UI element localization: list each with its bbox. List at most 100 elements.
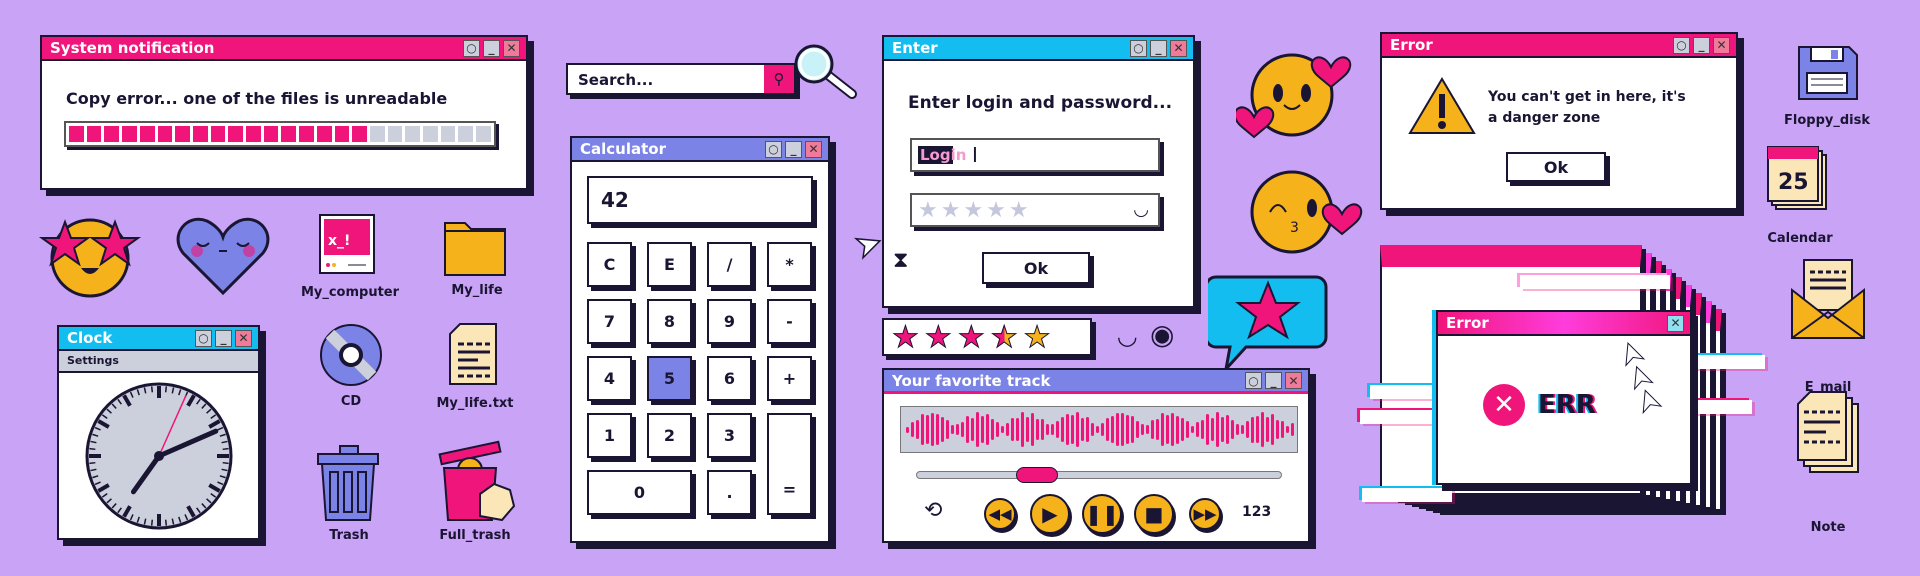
calc-key[interactable]: 4 xyxy=(587,356,632,401)
progress-segment xyxy=(299,126,314,142)
calc-key[interactable]: * xyxy=(767,242,812,287)
my-life-txt-label[interactable]: My_life.txt xyxy=(420,396,530,411)
track-seek-slider[interactable] xyxy=(916,467,1282,483)
minimize-button[interactable]: _ xyxy=(785,140,802,158)
clock-tick xyxy=(164,519,168,526)
progress-segment xyxy=(281,126,297,142)
calc-key[interactable]: 1 xyxy=(587,413,632,458)
stop-button[interactable]: ■ xyxy=(1134,494,1174,534)
trash-label[interactable]: Trash xyxy=(294,528,404,543)
restore-button[interactable]: ○ xyxy=(1673,36,1690,54)
waveform-bar xyxy=(1026,417,1029,442)
calc-key[interactable]: = xyxy=(767,413,812,515)
close-button[interactable]: ✕ xyxy=(503,39,520,57)
calc-key[interactable]: 2 xyxy=(647,413,692,458)
waveform-bar xyxy=(971,417,974,442)
progress-segment xyxy=(387,126,403,142)
fast-forward-button[interactable]: ▶▶ xyxy=(1189,498,1221,530)
waveform-bar xyxy=(931,412,934,447)
waveform-bar xyxy=(976,411,979,448)
email-icon[interactable] xyxy=(1790,258,1868,342)
calc-key[interactable]: C xyxy=(587,242,632,287)
login-input[interactable]: Login I xyxy=(910,138,1160,172)
floppy-disk-icon[interactable] xyxy=(1797,45,1859,101)
password-input[interactable]: ★★★★★ ◡ xyxy=(910,193,1160,227)
waveform-bar xyxy=(1231,420,1234,439)
my-computer-label[interactable]: My_computer xyxy=(295,285,405,300)
waveform-bar xyxy=(1021,412,1024,447)
waveform-bar xyxy=(1071,414,1074,445)
close-button[interactable]: ✕ xyxy=(235,329,252,347)
full-trash-icon[interactable] xyxy=(436,434,520,526)
play-button[interactable]: ▶ xyxy=(1030,494,1070,534)
minimize-button[interactable]: _ xyxy=(483,39,500,57)
seek-thumb[interactable] xyxy=(1015,467,1058,483)
minimize-button[interactable]: _ xyxy=(215,329,232,347)
window-title: Clock xyxy=(67,329,113,347)
rating-star[interactable]: ★ xyxy=(990,321,1018,354)
calc-key[interactable]: E xyxy=(647,242,692,287)
shuffle-order-button[interactable]: 123 xyxy=(1242,504,1271,520)
star-eyes-smiley-icon xyxy=(38,218,142,298)
login-ok-button[interactable]: Ok xyxy=(982,252,1090,284)
waveform-bar xyxy=(1081,417,1084,442)
close-button[interactable]: ✕ xyxy=(1667,314,1684,332)
cd-icon[interactable] xyxy=(318,322,384,388)
window-title: Your favorite track xyxy=(892,371,1051,390)
calc-key[interactable]: 9 xyxy=(707,299,752,344)
repeat-button[interactable]: ⟲ xyxy=(924,498,942,523)
calc-key[interactable]: . xyxy=(707,470,752,515)
restore-button[interactable]: ○ xyxy=(463,39,480,57)
settings-menu[interactable]: Settings xyxy=(67,354,119,367)
my-life-label[interactable]: My_life xyxy=(422,283,532,298)
hide-password-icon[interactable]: ◡ xyxy=(1134,199,1148,220)
full-trash-label[interactable]: Full_trash xyxy=(420,528,530,543)
rating-star[interactable]: ★ xyxy=(924,321,952,354)
close-button[interactable]: ✕ xyxy=(1713,36,1730,54)
eye-closed-icon: ◡ xyxy=(1118,322,1137,350)
trash-icon[interactable] xyxy=(316,444,382,524)
waveform-bar xyxy=(1031,412,1034,447)
folder-icon[interactable] xyxy=(443,217,509,279)
calc-key[interactable]: 6 xyxy=(707,356,752,401)
minimize-button[interactable]: _ xyxy=(1150,39,1167,57)
restore-button[interactable]: ○ xyxy=(1130,39,1147,57)
restore-button[interactable]: ○ xyxy=(1245,372,1262,389)
rating-star[interactable]: ★ xyxy=(892,321,920,354)
my-computer-icon[interactable]: x_! xyxy=(318,213,378,277)
minimize-button[interactable]: _ xyxy=(1265,372,1282,389)
rating-star[interactable]: ★ xyxy=(957,321,985,354)
text-file-icon[interactable] xyxy=(448,322,500,388)
floppy-disk-label[interactable]: Floppy_disk xyxy=(1772,113,1882,128)
minimize-button[interactable]: _ xyxy=(1693,36,1710,54)
calc-key[interactable]: / xyxy=(707,242,752,287)
star-rating[interactable]: ★ ★ ★ ★ ★ xyxy=(882,318,1092,356)
calc-key[interactable]: + xyxy=(767,356,812,401)
calc-key[interactable]: 5 xyxy=(647,356,692,401)
restore-button[interactable]: ○ xyxy=(765,140,782,158)
clock-tick xyxy=(222,447,229,451)
search-input[interactable]: Search... ⚲ xyxy=(566,63,796,95)
rating-star[interactable]: ★ xyxy=(1023,321,1051,354)
calendar-icon[interactable]: 25 xyxy=(1766,145,1828,211)
calc-key[interactable]: 3 xyxy=(707,413,752,458)
calc-key[interactable]: 8 xyxy=(647,299,692,344)
pause-button[interactable]: ❚❚ xyxy=(1082,494,1122,534)
glitch-error-text: ERR xyxy=(1538,390,1596,420)
glitch-error-window: Error ✕ ✕ ERR ➤➤➤ xyxy=(1436,310,1692,485)
error-ok-button[interactable]: Ok xyxy=(1506,152,1606,182)
restore-button[interactable]: ○ xyxy=(195,329,212,347)
calc-key[interactable]: 7 xyxy=(587,299,632,344)
waveform-bar xyxy=(1106,417,1109,442)
rewind-button[interactable]: ◀◀ xyxy=(984,498,1016,530)
close-button[interactable]: ✕ xyxy=(805,140,822,158)
close-button[interactable]: ✕ xyxy=(1170,39,1187,57)
cd-label[interactable]: CD xyxy=(296,394,406,409)
calc-key[interactable]: 0 xyxy=(587,470,692,515)
note-label[interactable]: Note xyxy=(1773,520,1883,535)
calc-key[interactable]: - xyxy=(767,299,812,344)
note-icon[interactable] xyxy=(1796,390,1862,476)
calendar-label[interactable]: Calendar xyxy=(1745,231,1855,246)
close-button[interactable]: ✕ xyxy=(1285,372,1302,389)
waveform-bar xyxy=(986,414,989,445)
